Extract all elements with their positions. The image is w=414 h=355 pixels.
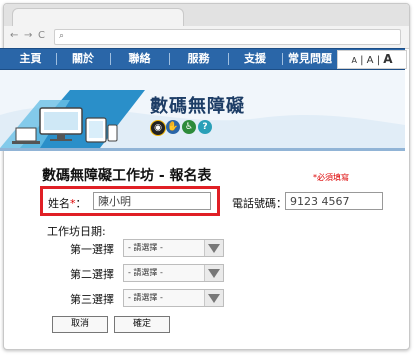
laptop-graphic [15, 127, 37, 142]
search-icon: ⌕ [59, 31, 65, 41]
cancel-button[interactable]: 取消 [52, 316, 108, 333]
phone-input[interactable]: 9123 4567 [285, 192, 383, 210]
site-title: 數碼無障礙 [150, 96, 245, 117]
first-choice-label: 第一選擇 [70, 243, 114, 256]
name-label-text: 姓名 [48, 197, 70, 210]
menu-item-contact[interactable]: 聯絡 [113, 49, 166, 69]
menu-item-services[interactable]: 服務 [172, 49, 225, 69]
vision-icon: ◉ [150, 120, 166, 136]
menu-item-about[interactable]: 關於 [59, 49, 107, 69]
chevron-down-icon [204, 240, 223, 256]
chevron-down-icon [204, 265, 223, 281]
font-size-small[interactable]: A [351, 56, 356, 65]
menu-item-faq[interactable]: 常見問題 [285, 49, 335, 69]
required-note: *必須填寫 [313, 173, 349, 182]
phone-label: 電話號碼： [232, 197, 287, 210]
second-choice-value: - 請選擇 - [128, 268, 163, 277]
menu-divider [110, 53, 111, 65]
chevron-down-icon [204, 290, 223, 306]
name-colon: ： [75, 197, 87, 210]
hearing-icon: ? [198, 120, 212, 134]
menu-divider [56, 53, 57, 65]
third-choice-select[interactable]: - 請選擇 - [123, 289, 224, 307]
name-input[interactable]: 陳小明 [93, 192, 211, 210]
menu-divider [228, 53, 229, 65]
form-title: 數碼無障礙工作坊 - 報名表 [42, 168, 212, 184]
reload-icon[interactable]: C [38, 30, 45, 42]
second-choice-select[interactable]: - 請選擇 - [123, 264, 224, 282]
confirm-button[interactable]: 確定 [114, 316, 170, 333]
third-choice-label: 第三選擇 [70, 293, 114, 306]
workshop-date-label: 工作坊日期: [47, 225, 106, 238]
accessibility-icons: ◉ ✋ ♿ ? [150, 120, 220, 136]
phone-graphic [107, 124, 118, 142]
address-bar-row: ← → C ⌕ [4, 26, 409, 49]
forward-icon[interactable]: → [24, 30, 32, 42]
menu-item-support[interactable]: 支援 [231, 49, 279, 69]
font-size-switcher: A | A | A [337, 50, 407, 69]
sign-language-icon: ✋ [166, 120, 180, 134]
font-size-large[interactable]: A [383, 52, 392, 66]
wheelchair-icon: ♿ [182, 120, 196, 134]
font-size-medium[interactable]: A [367, 55, 374, 66]
tab-strip [4, 4, 409, 27]
browser-tab[interactable] [12, 8, 184, 27]
first-choice-select[interactable]: - 請選擇 - [123, 239, 224, 257]
menu-divider [282, 53, 283, 65]
third-choice-value: - 請選擇 - [128, 293, 163, 302]
address-input[interactable]: ⌕ [54, 29, 401, 45]
second-choice-label: 第二選擇 [70, 268, 114, 281]
back-icon[interactable]: ← [10, 30, 18, 42]
name-label: 姓名*： [48, 195, 87, 211]
menu-divider [169, 53, 170, 65]
first-choice-value: - 請選擇 - [128, 243, 163, 252]
menu-item-home[interactable]: 主頁 [8, 49, 53, 69]
